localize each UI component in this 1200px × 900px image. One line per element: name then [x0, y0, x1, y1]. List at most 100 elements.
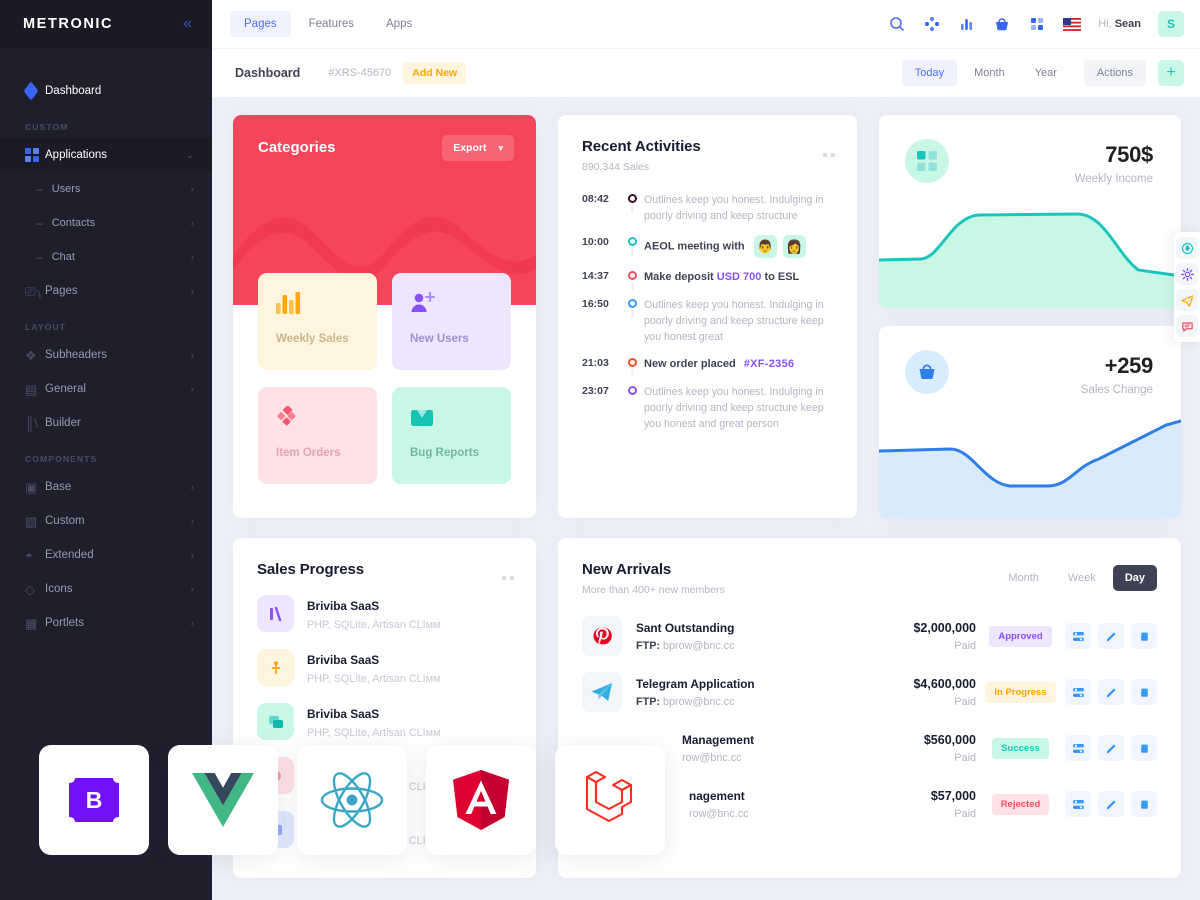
sidebar-item-dashboard[interactable]: Dashboard	[0, 74, 212, 108]
sidebar-item-pages[interactable]: ⎚⎞ Pages ›	[0, 274, 212, 308]
tile-weekly-sales[interactable]: Weekly Sales	[258, 273, 377, 370]
delete-icon[interactable]	[1131, 791, 1157, 817]
range-month-button[interactable]: Month	[961, 60, 1018, 86]
row-name-wrap: Telegram Application FTP: bprow@bnc.cc	[636, 677, 851, 708]
delete-icon[interactable]	[1131, 735, 1157, 761]
list-item[interactable]: Briviba SaaS PHP, SQLite, Artisan CLIмм	[257, 595, 516, 632]
topbar: Pages Features Apps Hi, Sean S	[212, 0, 1200, 48]
timeline-row: 16:50 Outlines keep you honest. Indulgin…	[582, 297, 837, 356]
gear-icon[interactable]	[1176, 263, 1198, 285]
droplet-icon[interactable]	[1176, 237, 1198, 259]
share-icon[interactable]	[923, 15, 941, 33]
tab-day[interactable]: Day	[1112, 565, 1157, 591]
list-item[interactable]: Briviba SaaS PHP, SQLite, Artisan CLIмм	[257, 703, 516, 740]
tab-pages[interactable]: Pages	[230, 11, 291, 37]
toggles-icon[interactable]	[1065, 679, 1091, 705]
tile-label: Weekly Sales	[276, 333, 349, 345]
sidebar-item-applications[interactable]: Applications ⌄	[0, 138, 212, 172]
list-item[interactable]: Briviba SaaS PHP, SQLite, Artisan CLIмм	[257, 649, 516, 686]
chevron-right-icon: ›	[190, 583, 194, 595]
sidebar-item-base[interactable]: ▣ Base ›	[0, 470, 212, 504]
tab-month[interactable]: Month	[996, 565, 1051, 591]
chat-icon[interactable]	[1176, 315, 1198, 337]
delete-icon[interactable]	[1131, 623, 1157, 649]
react-logo[interactable]	[297, 745, 407, 855]
row-name: Sant Outstanding	[636, 620, 735, 635]
basket-icon[interactable]	[993, 15, 1011, 33]
row-email: FTP: bprow@bnc.cc	[636, 640, 851, 652]
float-toolbar	[1174, 232, 1200, 342]
sidebar-item-contacts[interactable]: – Contacts ›	[0, 206, 212, 240]
us-flag-icon[interactable]	[1063, 15, 1082, 33]
range-today-button[interactable]: Today	[901, 60, 958, 86]
greeting-prefix: Hi,	[1098, 18, 1112, 30]
edit-icon[interactable]	[1098, 791, 1124, 817]
tab-week[interactable]: Week	[1056, 565, 1108, 591]
card-menu-icon[interactable]	[823, 153, 835, 157]
export-button[interactable]: Export ▾	[442, 135, 514, 161]
row-name: nagement	[689, 788, 745, 803]
categories-tiles: Weekly Sales New Users Item Orders Bug R…	[233, 273, 536, 484]
sidebar-item-chat[interactable]: – Chat ›	[0, 240, 212, 274]
categories-card: Categories Export ▾ Weekly Sales New Use…	[233, 115, 536, 518]
categories-title: Categories	[258, 139, 336, 156]
search-icon[interactable]	[888, 15, 906, 33]
add-new-button[interactable]: Add New	[403, 62, 467, 84]
row-amount: $2,000,000	[913, 620, 976, 635]
sidebar-item-label: Chat	[51, 251, 75, 263]
edit-icon[interactable]	[1098, 735, 1124, 761]
sidebar-item-label: Dashboard	[45, 85, 102, 97]
item-name: Briviba SaaS	[307, 652, 380, 667]
tab-features[interactable]: Features	[295, 11, 368, 37]
toggles-icon[interactable]	[1065, 735, 1091, 761]
sidebar-section-custom: CUSTOM	[25, 122, 69, 132]
chevron-right-icon: ›	[190, 383, 194, 395]
grid-icon[interactable]	[1028, 15, 1046, 33]
sidebar-item-label: Pages	[45, 285, 78, 297]
card-menu-icon[interactable]	[502, 576, 514, 580]
item-desc: PHP, SQLite, Artisan CLIмм	[307, 618, 441, 631]
dash-icon: –	[36, 216, 43, 230]
sidebar-item-icons[interactable]: ◇ Icons ›	[0, 572, 212, 606]
bar-chart-icon	[276, 292, 301, 314]
toggles-icon[interactable]	[1065, 791, 1091, 817]
activities-column: Recent Activities 890,344 Sales 08:42 Ou…	[558, 115, 857, 519]
bar-chart-icon[interactable]	[958, 15, 976, 33]
angular-logo[interactable]	[426, 745, 536, 855]
tile-label: New Users	[410, 333, 469, 345]
delete-icon[interactable]	[1131, 679, 1157, 705]
plus-icon[interactable]: +	[1158, 60, 1184, 86]
sidebar-item-general[interactable]: ▤ General ›	[0, 372, 212, 406]
vue-logo[interactable]	[168, 745, 278, 855]
timeline-text: Outlines keep you honest. Indulging in p…	[644, 298, 824, 344]
tile-bug-reports[interactable]: Bug Reports	[392, 387, 511, 484]
tab-apps[interactable]: Apps	[372, 11, 426, 37]
edit-icon[interactable]	[1098, 623, 1124, 649]
actions-button[interactable]: Actions	[1083, 60, 1146, 86]
laravel-logo[interactable]	[555, 745, 665, 855]
timeline-row: 14:37 Make deposit USD 700 to ESL	[582, 269, 837, 297]
tile-item-orders[interactable]: Item Orders	[258, 387, 377, 484]
bootstrap-logo[interactable]: B	[39, 745, 149, 855]
sidebar-item-portlets[interactable]: ▦ Portlets ›	[0, 606, 212, 640]
attendee-avatars: 👨 👩	[753, 235, 806, 259]
edit-icon[interactable]	[1098, 679, 1124, 705]
sidebar-item-subheaders[interactable]: ❖ Subheaders ›	[0, 338, 212, 372]
range-year-button[interactable]: Year	[1022, 60, 1070, 86]
timeline-text: AEOL meeting with	[644, 240, 745, 253]
sidebar-item-extended[interactable]: ◓ Extended ›	[0, 538, 212, 572]
server-icon: ▤	[25, 381, 38, 397]
row-email-value: row@bnc.cc	[682, 751, 742, 764]
avatar[interactable]: S	[1158, 11, 1184, 37]
tile-new-users[interactable]: New Users	[392, 273, 511, 370]
send-icon[interactable]	[1176, 289, 1198, 311]
table-row: Sant Outstanding FTP: bprow@bnc.cc $2,00…	[582, 616, 1157, 656]
sidebar-item-users[interactable]: – Users ›	[0, 172, 212, 206]
sidebar-item-builder[interactable]: ║\ Builder	[0, 406, 212, 440]
sidebar-item-label: Base	[45, 481, 72, 493]
chevron-double-left-icon[interactable]: «	[183, 16, 192, 32]
sidebar-item-custom[interactable]: ▧ Custom ›	[0, 504, 212, 538]
toggles-icon[interactable]	[1065, 623, 1091, 649]
row-email-value: bprow@bnc.cc	[663, 695, 735, 708]
activities-timeline: 08:42 Outlines keep you honest. Indulgin…	[582, 192, 837, 443]
